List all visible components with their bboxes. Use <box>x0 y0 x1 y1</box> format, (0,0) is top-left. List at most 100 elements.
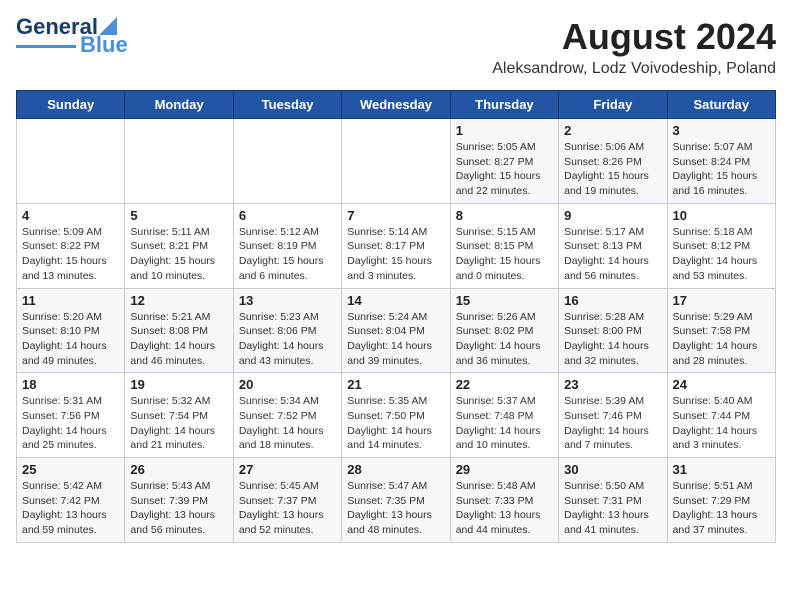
calendar-cell: 9 Sunrise: 5:17 AMSunset: 8:13 PMDaylight… <box>559 203 667 288</box>
calendar-week-1: 1 Sunrise: 5:05 AMSunset: 8:27 PMDaylight… <box>17 119 776 204</box>
day-info: Sunrise: 5:40 AMSunset: 7:44 PMDaylight:… <box>673 394 770 453</box>
day-number: 21 <box>347 377 444 392</box>
day-info: Sunrise: 5:23 AMSunset: 8:06 PMDaylight:… <box>239 310 336 369</box>
day-info: Sunrise: 5:11 AMSunset: 8:21 PMDaylight:… <box>130 225 227 284</box>
header-sunday: Sunday <box>17 91 125 119</box>
calendar-cell: 4Sunrise: 5:09 AMSunset: 8:22 PMDaylight… <box>17 203 125 288</box>
day-number: 28 <box>347 462 444 477</box>
calendar-cell: 30Sunrise: 5:50 AMSunset: 7:31 PMDayligh… <box>559 458 667 543</box>
calendar-cell: 28 Sunrise: 5:47 AMSunset: 7:35 PMDayligh… <box>342 458 450 543</box>
calendar-cell: 5Sunrise: 5:11 AMSunset: 8:21 PMDaylight… <box>125 203 233 288</box>
calendar-cell: 21 Sunrise: 5:35 AMSunset: 7:50 PMDayligh… <box>342 373 450 458</box>
calendar-cell: 29 Sunrise: 5:48 AMSunset: 7:33 PMDayligh… <box>450 458 558 543</box>
day-info: Sunrise: 5:15 AMSunset: 8:15 PMDaylight:… <box>456 225 553 284</box>
day-number: 26 <box>130 462 227 477</box>
day-number: 6 <box>239 208 336 223</box>
day-info: Sunrise: 5:37 AMSunset: 7:48 PMDaylight:… <box>456 394 553 453</box>
subtitle: Aleksandrow, Lodz Voivodeship, Poland <box>492 60 776 78</box>
day-info: Sunrise: 5:26 AMSunset: 8:02 PMDaylight:… <box>456 310 553 369</box>
day-number: 15 <box>456 293 553 308</box>
calendar-cell: 26 Sunrise: 5:43 AMSunset: 7:39 PMDayligh… <box>125 458 233 543</box>
day-info: Sunrise: 5:07 AMSunset: 8:24 PMDaylight:… <box>673 140 770 199</box>
header-thursday: Thursday <box>450 91 558 119</box>
logo: General Blue <box>16 16 128 56</box>
header-wednesday: Wednesday <box>342 91 450 119</box>
calendar-header-row: SundayMondayTuesdayWednesdayThursdayFrid… <box>17 91 776 119</box>
day-number: 2 <box>564 123 661 138</box>
calendar-cell: 27 Sunrise: 5:45 AMSunset: 7:37 PMDayligh… <box>233 458 341 543</box>
day-number: 18 <box>22 377 119 392</box>
day-info: Sunrise: 5:32 AMSunset: 7:54 PMDaylight:… <box>130 394 227 453</box>
calendar-cell <box>17 119 125 204</box>
title-area: August 2024 Aleksandrow, Lodz Voivodeshi… <box>492 16 776 78</box>
day-info: Sunrise: 5:48 AMSunset: 7:33 PMDaylight:… <box>456 479 553 538</box>
day-info: Sunrise: 5:29 AMSunset: 7:58 PMDaylight:… <box>673 310 770 369</box>
day-number: 19 <box>130 377 227 392</box>
calendar-week-5: 25 Sunrise: 5:42 AMSunset: 7:42 PMDayligh… <box>17 458 776 543</box>
calendar-cell: 12Sunrise: 5:21 AMSunset: 8:08 PMDayligh… <box>125 288 233 373</box>
day-number: 30 <box>564 462 661 477</box>
calendar-cell: 8Sunrise: 5:15 AMSunset: 8:15 PMDaylight… <box>450 203 558 288</box>
day-info: Sunrise: 5:42 AMSunset: 7:42 PMDaylight:… <box>22 479 119 538</box>
day-info: Sunrise: 5:31 AMSunset: 7:56 PMDaylight:… <box>22 394 119 453</box>
calendar-week-2: 4Sunrise: 5:09 AMSunset: 8:22 PMDaylight… <box>17 203 776 288</box>
calendar-cell: 18 Sunrise: 5:31 AMSunset: 7:56 PMDayligh… <box>17 373 125 458</box>
logo-blue: Blue <box>80 34 128 56</box>
day-number: 10 <box>673 208 770 223</box>
calendar-cell: 2 Sunrise: 5:06 AMSunset: 8:26 PMDaylight… <box>559 119 667 204</box>
day-info: Sunrise: 5:47 AMSunset: 7:35 PMDaylight:… <box>347 479 444 538</box>
calendar-cell: 11 Sunrise: 5:20 AMSunset: 8:10 PMDayligh… <box>17 288 125 373</box>
calendar-week-4: 18 Sunrise: 5:31 AMSunset: 7:56 PMDayligh… <box>17 373 776 458</box>
day-info: Sunrise: 5:20 AMSunset: 8:10 PMDaylight:… <box>22 310 119 369</box>
day-info: Sunrise: 5:21 AMSunset: 8:08 PMDaylight:… <box>130 310 227 369</box>
calendar-cell: 15 Sunrise: 5:26 AMSunset: 8:02 PMDayligh… <box>450 288 558 373</box>
day-info: Sunrise: 5:24 AMSunset: 8:04 PMDaylight:… <box>347 310 444 369</box>
header-saturday: Saturday <box>667 91 775 119</box>
day-number: 24 <box>673 377 770 392</box>
calendar-cell: 16 Sunrise: 5:28 AMSunset: 8:00 PMDayligh… <box>559 288 667 373</box>
day-info: Sunrise: 5:12 AMSunset: 8:19 PMDaylight:… <box>239 225 336 284</box>
calendar-cell <box>125 119 233 204</box>
day-number: 27 <box>239 462 336 477</box>
day-info: Sunrise: 5:28 AMSunset: 8:00 PMDaylight:… <box>564 310 661 369</box>
day-number: 7 <box>347 208 444 223</box>
calendar-cell: 6 Sunrise: 5:12 AMSunset: 8:19 PMDaylight… <box>233 203 341 288</box>
calendar-cell: 23 Sunrise: 5:39 AMSunset: 7:46 PMDayligh… <box>559 373 667 458</box>
day-number: 20 <box>239 377 336 392</box>
day-info: Sunrise: 5:35 AMSunset: 7:50 PMDaylight:… <box>347 394 444 453</box>
day-info: Sunrise: 5:34 AMSunset: 7:52 PMDaylight:… <box>239 394 336 453</box>
day-info: Sunrise: 5:14 AMSunset: 8:17 PMDaylight:… <box>347 225 444 284</box>
day-number: 14 <box>347 293 444 308</box>
calendar-cell: 1 Sunrise: 5:05 AMSunset: 8:27 PMDaylight… <box>450 119 558 204</box>
day-info: Sunrise: 5:39 AMSunset: 7:46 PMDaylight:… <box>564 394 661 453</box>
day-info: Sunrise: 5:09 AMSunset: 8:22 PMDaylight:… <box>22 225 119 284</box>
day-info: Sunrise: 5:05 AMSunset: 8:27 PMDaylight:… <box>456 140 553 199</box>
day-info: Sunrise: 5:17 AMSunset: 8:13 PMDaylight:… <box>564 225 661 284</box>
day-info: Sunrise: 5:45 AMSunset: 7:37 PMDaylight:… <box>239 479 336 538</box>
calendar-table: SundayMondayTuesdayWednesdayThursdayFrid… <box>16 90 776 543</box>
main-title: August 2024 <box>492 16 776 58</box>
calendar-week-3: 11 Sunrise: 5:20 AMSunset: 8:10 PMDayligh… <box>17 288 776 373</box>
day-number: 17 <box>673 293 770 308</box>
calendar-cell: 17 Sunrise: 5:29 AMSunset: 7:58 PMDayligh… <box>667 288 775 373</box>
day-number: 29 <box>456 462 553 477</box>
day-number: 23 <box>564 377 661 392</box>
calendar-cell: 25 Sunrise: 5:42 AMSunset: 7:42 PMDayligh… <box>17 458 125 543</box>
calendar-cell: 22Sunrise: 5:37 AMSunset: 7:48 PMDayligh… <box>450 373 558 458</box>
calendar-cell: 14 Sunrise: 5:24 AMSunset: 8:04 PMDayligh… <box>342 288 450 373</box>
calendar-cell: 20 Sunrise: 5:34 AMSunset: 7:52 PMDayligh… <box>233 373 341 458</box>
calendar-cell <box>233 119 341 204</box>
day-number: 9 <box>564 208 661 223</box>
day-number: 16 <box>564 293 661 308</box>
header-monday: Monday <box>125 91 233 119</box>
day-info: Sunrise: 5:43 AMSunset: 7:39 PMDaylight:… <box>130 479 227 538</box>
day-number: 25 <box>22 462 119 477</box>
calendar-cell: 10Sunrise: 5:18 AMSunset: 8:12 PMDayligh… <box>667 203 775 288</box>
day-info: Sunrise: 5:06 AMSunset: 8:26 PMDaylight:… <box>564 140 661 199</box>
calendar-cell: 7 Sunrise: 5:14 AMSunset: 8:17 PMDaylight… <box>342 203 450 288</box>
header: General Blue August 2024 Aleksandrow, Lo… <box>16 16 776 78</box>
day-number: 11 <box>22 293 119 308</box>
calendar-cell: 19 Sunrise: 5:32 AMSunset: 7:54 PMDayligh… <box>125 373 233 458</box>
day-number: 1 <box>456 123 553 138</box>
day-info: Sunrise: 5:51 AMSunset: 7:29 PMDaylight:… <box>673 479 770 538</box>
